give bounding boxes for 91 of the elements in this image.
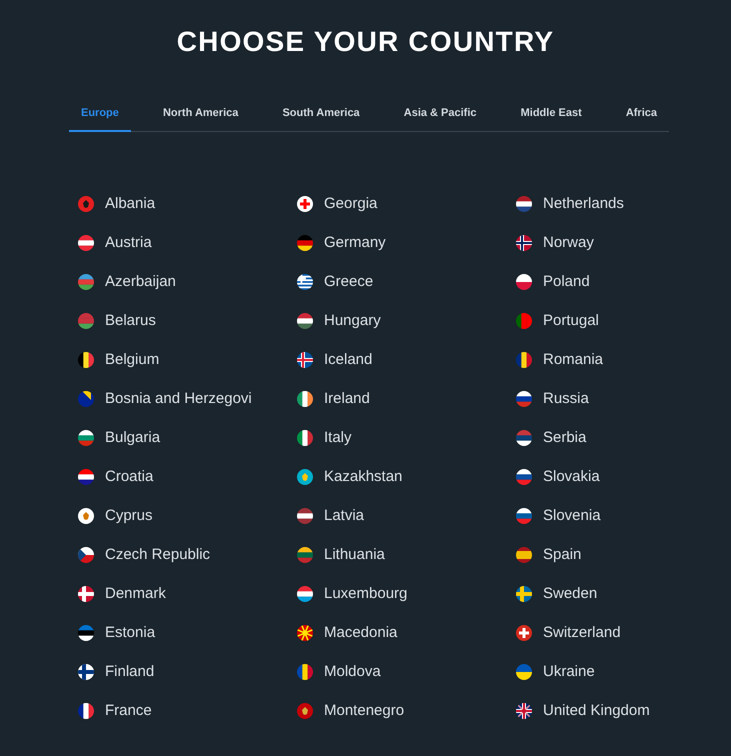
country-link[interactable]: Belarus	[78, 312, 156, 330]
flag-icon	[297, 664, 313, 680]
country-link[interactable]: Moldova	[297, 662, 381, 680]
country-link[interactable]: Slovenia	[516, 506, 601, 524]
flag-icon	[78, 624, 94, 640]
flag-icon	[297, 312, 313, 328]
country-link[interactable]: Croatia	[78, 468, 154, 486]
country-link[interactable]: Norway	[516, 234, 594, 252]
flag-icon	[516, 546, 532, 562]
country-link[interactable]: Netherlands	[516, 194, 624, 212]
flag-icon	[78, 546, 94, 562]
flag-icon	[516, 702, 532, 718]
country-link[interactable]: Finland	[78, 662, 154, 680]
flag-icon	[78, 430, 94, 446]
flag-icon	[297, 234, 313, 250]
country-link[interactable]: Estonia	[78, 624, 156, 642]
flag-icon	[78, 586, 94, 602]
region-tab[interactable]: Middle East	[508, 99, 594, 132]
country-link[interactable]: Lithuania	[297, 546, 385, 564]
country-link[interactable]: Ukraine	[516, 662, 595, 680]
country-link[interactable]: Serbia	[516, 428, 586, 446]
country-link[interactable]: France	[78, 702, 152, 720]
country-link[interactable]: United Kingdom	[516, 702, 650, 720]
country-link[interactable]: Latvia	[297, 506, 364, 524]
flag-icon	[516, 664, 532, 680]
flag-icon	[78, 352, 94, 368]
flag-icon	[297, 546, 313, 562]
country-link[interactable]: Albania	[78, 194, 156, 212]
country-link[interactable]: Austria	[78, 234, 152, 252]
country-link[interactable]: Portugal	[516, 312, 599, 330]
country-link[interactable]: Switzerland	[516, 624, 621, 642]
country-link[interactable]: Italy	[297, 428, 352, 446]
flag-icon	[297, 508, 313, 524]
flag-icon	[78, 312, 94, 328]
country-link[interactable]: Russia	[516, 390, 589, 408]
flag-icon	[516, 234, 532, 250]
flag-icon	[78, 390, 94, 406]
region-tab[interactable]: Africa	[614, 99, 669, 132]
country-link[interactable]: Denmark	[78, 584, 166, 602]
region-tab[interactable]: North America	[150, 99, 250, 132]
flag-icon	[78, 234, 94, 250]
flag-icon	[297, 430, 313, 446]
region-tab[interactable]: South America	[270, 99, 372, 132]
flag-icon	[78, 274, 94, 290]
flag-icon	[78, 468, 94, 484]
country-link[interactable]: Bosnia and Herzegovi	[78, 390, 252, 408]
flag-icon	[297, 702, 313, 718]
country-link[interactable]: Poland	[516, 272, 590, 290]
country-link[interactable]: Greece	[297, 272, 374, 290]
country-link[interactable]: Bulgaria	[78, 428, 160, 446]
country-link[interactable]: Czech Republic	[78, 546, 210, 564]
country-link[interactable]: Kazakhstan	[297, 468, 402, 486]
flag-icon	[297, 624, 313, 640]
flag-icon	[297, 586, 313, 602]
flag-icon	[297, 468, 313, 484]
flag-icon	[297, 196, 313, 212]
country-link[interactable]: Romania	[516, 350, 604, 368]
country-link[interactable]: Azerbaijan	[78, 272, 176, 290]
country-link[interactable]: Georgia	[297, 194, 378, 212]
flag-icon	[297, 274, 313, 290]
country-link[interactable]: Hungary	[297, 312, 381, 330]
country-link[interactable]: Luxembourg	[297, 584, 408, 602]
flag-icon	[516, 468, 532, 484]
flag-icon	[78, 196, 94, 212]
region-tab[interactable]: Asia & Pacific	[392, 99, 489, 132]
flag-icon	[516, 312, 532, 328]
country-link[interactable]: Macedonia	[297, 624, 398, 642]
country-link[interactable]: Ireland	[297, 390, 370, 408]
region-tab[interactable]: Europe	[69, 99, 131, 132]
country-link[interactable]: Spain	[516, 546, 582, 564]
flag-icon	[516, 624, 532, 640]
country-link[interactable]: Cyprus	[78, 506, 153, 524]
country-link[interactable]: Iceland	[297, 350, 372, 368]
country-link[interactable]: Slovakia	[516, 468, 600, 486]
flag-icon	[297, 390, 313, 406]
country-link[interactable]: Montenegro	[297, 702, 404, 720]
flag-icon	[516, 586, 532, 602]
flag-icon	[516, 390, 532, 406]
flag-icon	[297, 352, 313, 368]
country-link[interactable]: Belgium	[78, 350, 160, 368]
flag-icon	[516, 352, 532, 368]
country-link[interactable]: Germany	[297, 234, 386, 252]
flag-icon	[516, 196, 532, 212]
flag-icon	[516, 508, 532, 524]
flag-icon	[516, 430, 532, 446]
flag-icon	[78, 702, 94, 718]
flag-icon	[78, 664, 94, 680]
flag-icon	[78, 508, 94, 524]
country-link[interactable]: Sweden	[516, 584, 598, 602]
page-title: CHOOSE YOUR COUNTRY	[176, 26, 556, 58]
flag-icon	[516, 274, 532, 290]
